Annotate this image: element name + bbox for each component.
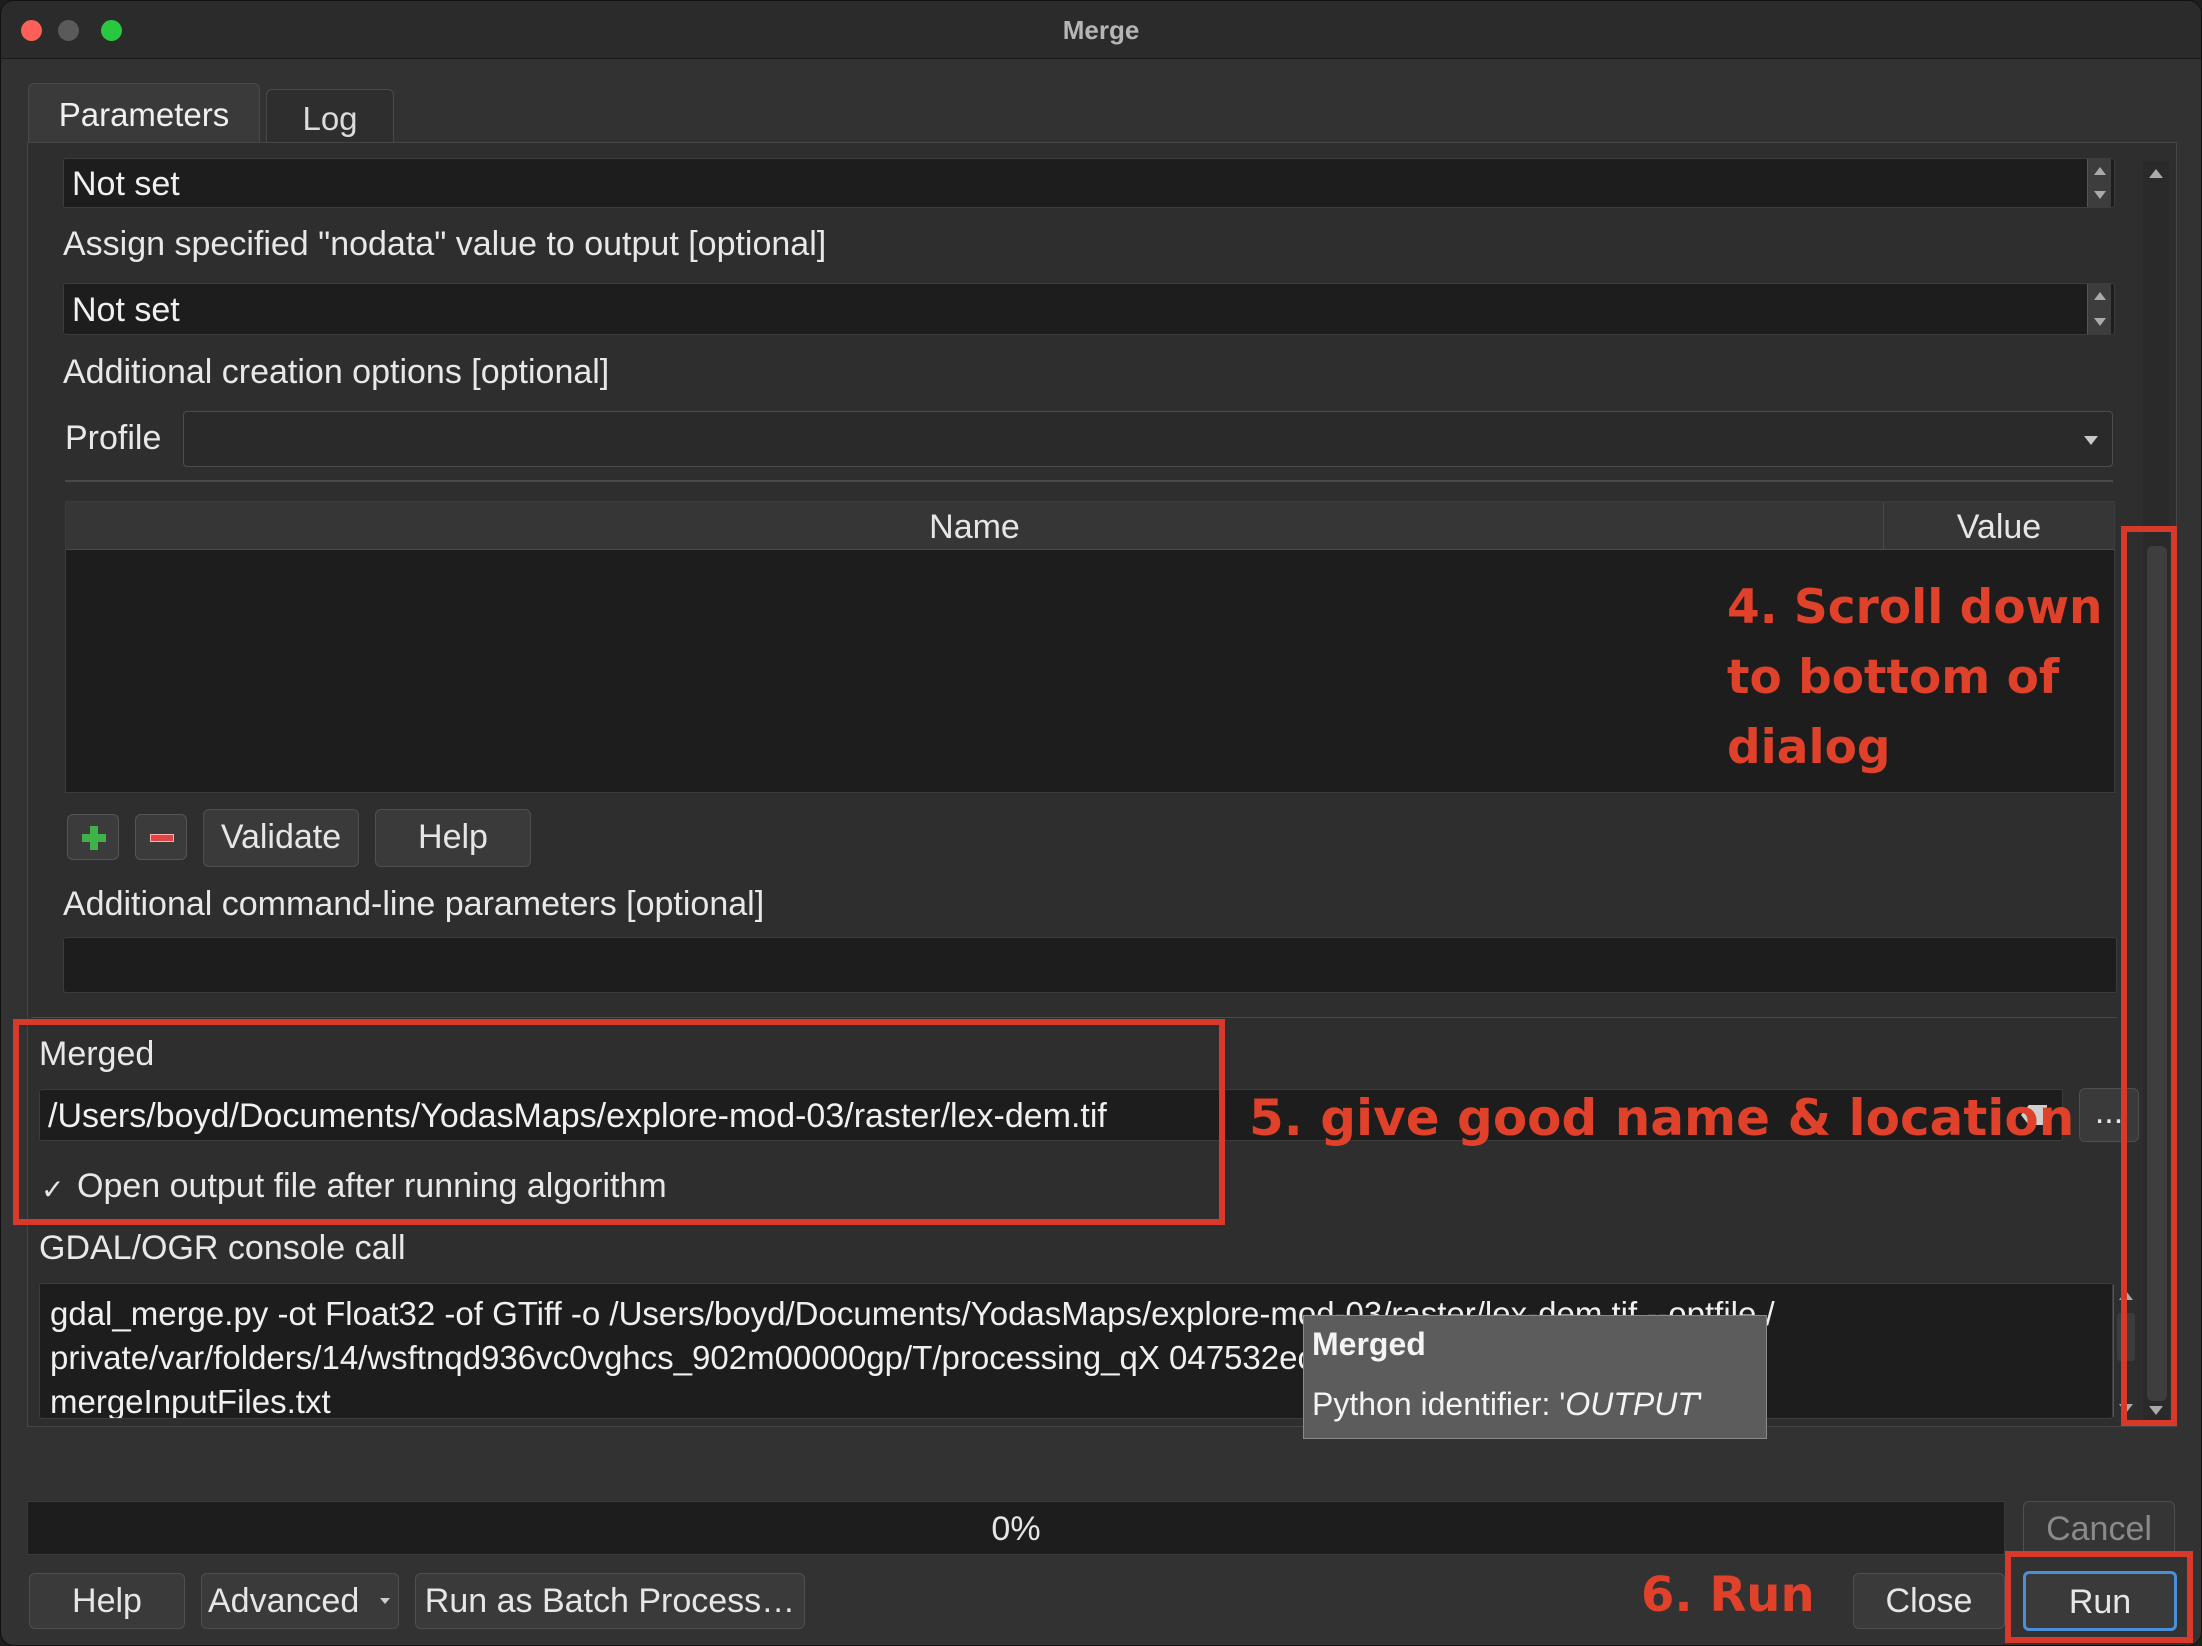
column-header-value[interactable]: Value: [1884, 502, 2114, 550]
tooltip-body: Python identifier: 'OUTPUT': [1312, 1386, 1703, 1423]
top-spin-field[interactable]: Not set: [63, 158, 2115, 208]
run-as-batch-button[interactable]: Run as Batch Process…: [415, 1573, 805, 1629]
annotation-step4-line: 4. Scroll down: [1727, 580, 2103, 635]
annotation-box-run: [2005, 1551, 2193, 1643]
validate-button[interactable]: Validate: [203, 809, 359, 867]
add-row-button[interactable]: [67, 814, 119, 860]
console-line: mergeInputFiles.txt: [50, 1383, 331, 1419]
dropdown-arrow-icon: [2084, 436, 2098, 445]
annotation-step4-line: dialog: [1727, 720, 1891, 775]
tab-parameters[interactable]: Parameters: [28, 83, 260, 143]
merge-dialog: Merge Parameters Log Not set Assign spec…: [0, 0, 2202, 1646]
profile-label: Profile: [65, 419, 162, 457]
tooltip-body-prefix: Python identifier: ': [1312, 1386, 1566, 1422]
cancel-button[interactable]: Cancel: [2023, 1501, 2175, 1557]
console-line: gdal_merge.py -ot Float32 -of GTiff -o /…: [50, 1295, 1775, 1332]
console-label: GDAL/OGR console call: [39, 1229, 406, 1267]
advanced-label: Advanced: [208, 1582, 360, 1620]
chevron-down-icon: [380, 1598, 390, 1604]
separator: [65, 480, 2113, 482]
remove-row-icon: [150, 834, 174, 842]
advanced-button[interactable]: Advanced: [201, 1573, 399, 1629]
progress-bar: 0%: [27, 1501, 2005, 1555]
cmdline-label: Additional command-line parameters [opti…: [63, 885, 765, 923]
nodata-value: Not set: [72, 291, 180, 329]
profile-combobox[interactable]: [183, 411, 2113, 467]
tooltip: Merged Python identifier: 'OUTPUT': [1303, 1315, 1767, 1439]
remove-row-button[interactable]: [135, 814, 187, 860]
tooltip-body-suffix: ': [1696, 1386, 1704, 1422]
scroll-up-icon[interactable]: [2149, 169, 2163, 178]
annotation-step5: 5. give good name & location: [1249, 1089, 2075, 1147]
window-title: Merge: [1062, 15, 1140, 45]
console-textarea[interactable]: gdal_merge.py -ot Float32 -of GTiff -o /…: [39, 1283, 2113, 1419]
annotation-box-merged: [13, 1019, 1225, 1225]
annotation-step6: 6. Run: [1641, 1567, 1815, 1623]
annotation-step4-line: to bottom of: [1727, 650, 2060, 705]
console-line: private/var/folders/14/wsftnqd936vc0vghc…: [50, 1339, 1452, 1376]
creation-options-label: Additional creation options [optional]: [63, 353, 610, 391]
column-header-name[interactable]: Name: [66, 502, 1884, 550]
nodata-label: Assign specified "nodata" value to outpu…: [63, 225, 827, 263]
separator: [31, 1017, 2117, 1018]
tab-log[interactable]: Log: [266, 89, 394, 143]
tooltip-title: Merged: [1312, 1326, 1426, 1362]
title-bar: Merge: [1, 1, 2201, 59]
top-spin-value: Not set: [72, 165, 180, 203]
nodata-stepper[interactable]: [2087, 284, 2111, 334]
tooltip-identifier: OUTPUT: [1565, 1386, 1697, 1422]
annotation-step4: 4. Scroll down to bottom of dialog: [1727, 573, 2103, 783]
close-button[interactable]: Close: [1853, 1573, 2005, 1629]
cmdline-field[interactable]: [63, 937, 2117, 993]
help-inline-button[interactable]: Help: [375, 809, 531, 867]
top-spin-stepper[interactable]: [2087, 159, 2111, 207]
nodata-field[interactable]: Not set: [63, 283, 2115, 335]
help-button[interactable]: Help: [29, 1573, 185, 1629]
annotation-box-scrollbar: [2121, 526, 2177, 1426]
